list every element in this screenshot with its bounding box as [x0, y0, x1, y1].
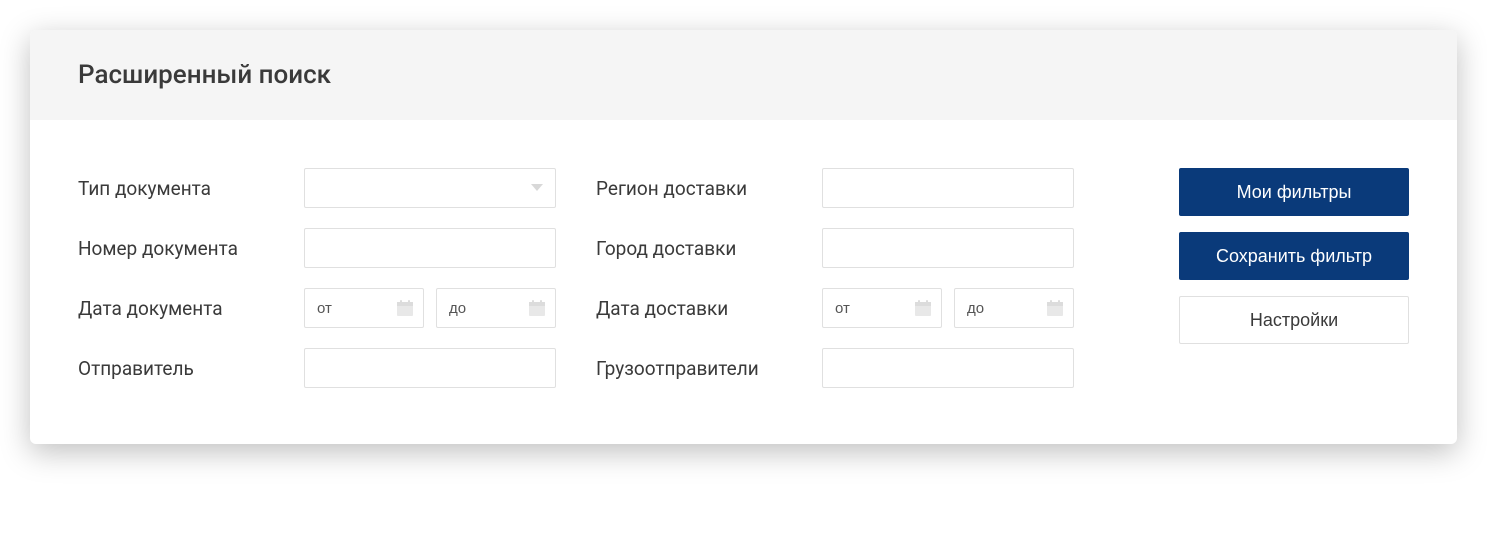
delivery-region-input[interactable] — [822, 168, 1074, 208]
row-delivery-date: Дата доставки — [596, 288, 1074, 328]
label-sender: Отправитель — [78, 357, 288, 380]
delivery-city-input[interactable] — [822, 228, 1074, 268]
shippers-input[interactable] — [822, 348, 1074, 388]
save-filter-button[interactable]: Сохранить фильтр — [1179, 232, 1409, 280]
label-shippers: Грузоотправители — [596, 357, 806, 380]
form-columns: Тип документа Номер документа Дата докум… — [78, 168, 1139, 388]
doc-date-to-input[interactable] — [436, 288, 556, 328]
label-delivery-city: Город доставки — [596, 237, 806, 260]
row-doc-type: Тип документа — [78, 168, 556, 208]
delivery-date-pair — [822, 288, 1074, 328]
delivery-date-to-wrap — [954, 288, 1074, 328]
label-doc-number: Номер документа — [78, 237, 288, 260]
delivery-date-from-wrap — [822, 288, 942, 328]
form-col-left: Тип документа Номер документа Дата докум… — [78, 168, 556, 388]
settings-button[interactable]: Настройки — [1179, 296, 1409, 344]
panel-body: Тип документа Номер документа Дата докум… — [30, 120, 1457, 444]
doc-number-input[interactable] — [304, 228, 556, 268]
doc-type-select-wrap — [304, 168, 556, 208]
label-delivery-region: Регион доставки — [596, 177, 806, 200]
advanced-search-panel: Расширенный поиск Тип документа Номер до… — [30, 30, 1457, 444]
row-delivery-city: Город доставки — [596, 228, 1074, 268]
delivery-date-from-input[interactable] — [822, 288, 942, 328]
form-col-right: Регион доставки Город доставки Дата дост… — [596, 168, 1074, 388]
panel-title: Расширенный поиск — [78, 60, 1409, 90]
row-delivery-region: Регион доставки — [596, 168, 1074, 208]
doc-date-from-wrap — [304, 288, 424, 328]
label-doc-date: Дата документа — [78, 297, 288, 320]
sender-input[interactable] — [304, 348, 556, 388]
doc-date-to-wrap — [436, 288, 556, 328]
panel-header: Расширенный поиск — [30, 30, 1457, 120]
actions-column: Мои фильтры Сохранить фильтр Настройки — [1179, 168, 1409, 388]
my-filters-button[interactable]: Мои фильтры — [1179, 168, 1409, 216]
row-shippers: Грузоотправители — [596, 348, 1074, 388]
doc-date-from-input[interactable] — [304, 288, 424, 328]
doc-date-pair — [304, 288, 556, 328]
delivery-date-to-input[interactable] — [954, 288, 1074, 328]
row-doc-number: Номер документа — [78, 228, 556, 268]
row-doc-date: Дата документа — [78, 288, 556, 328]
label-doc-type: Тип документа — [78, 177, 288, 200]
doc-type-select[interactable] — [304, 168, 556, 208]
label-delivery-date: Дата доставки — [596, 297, 806, 320]
row-sender: Отправитель — [78, 348, 556, 388]
